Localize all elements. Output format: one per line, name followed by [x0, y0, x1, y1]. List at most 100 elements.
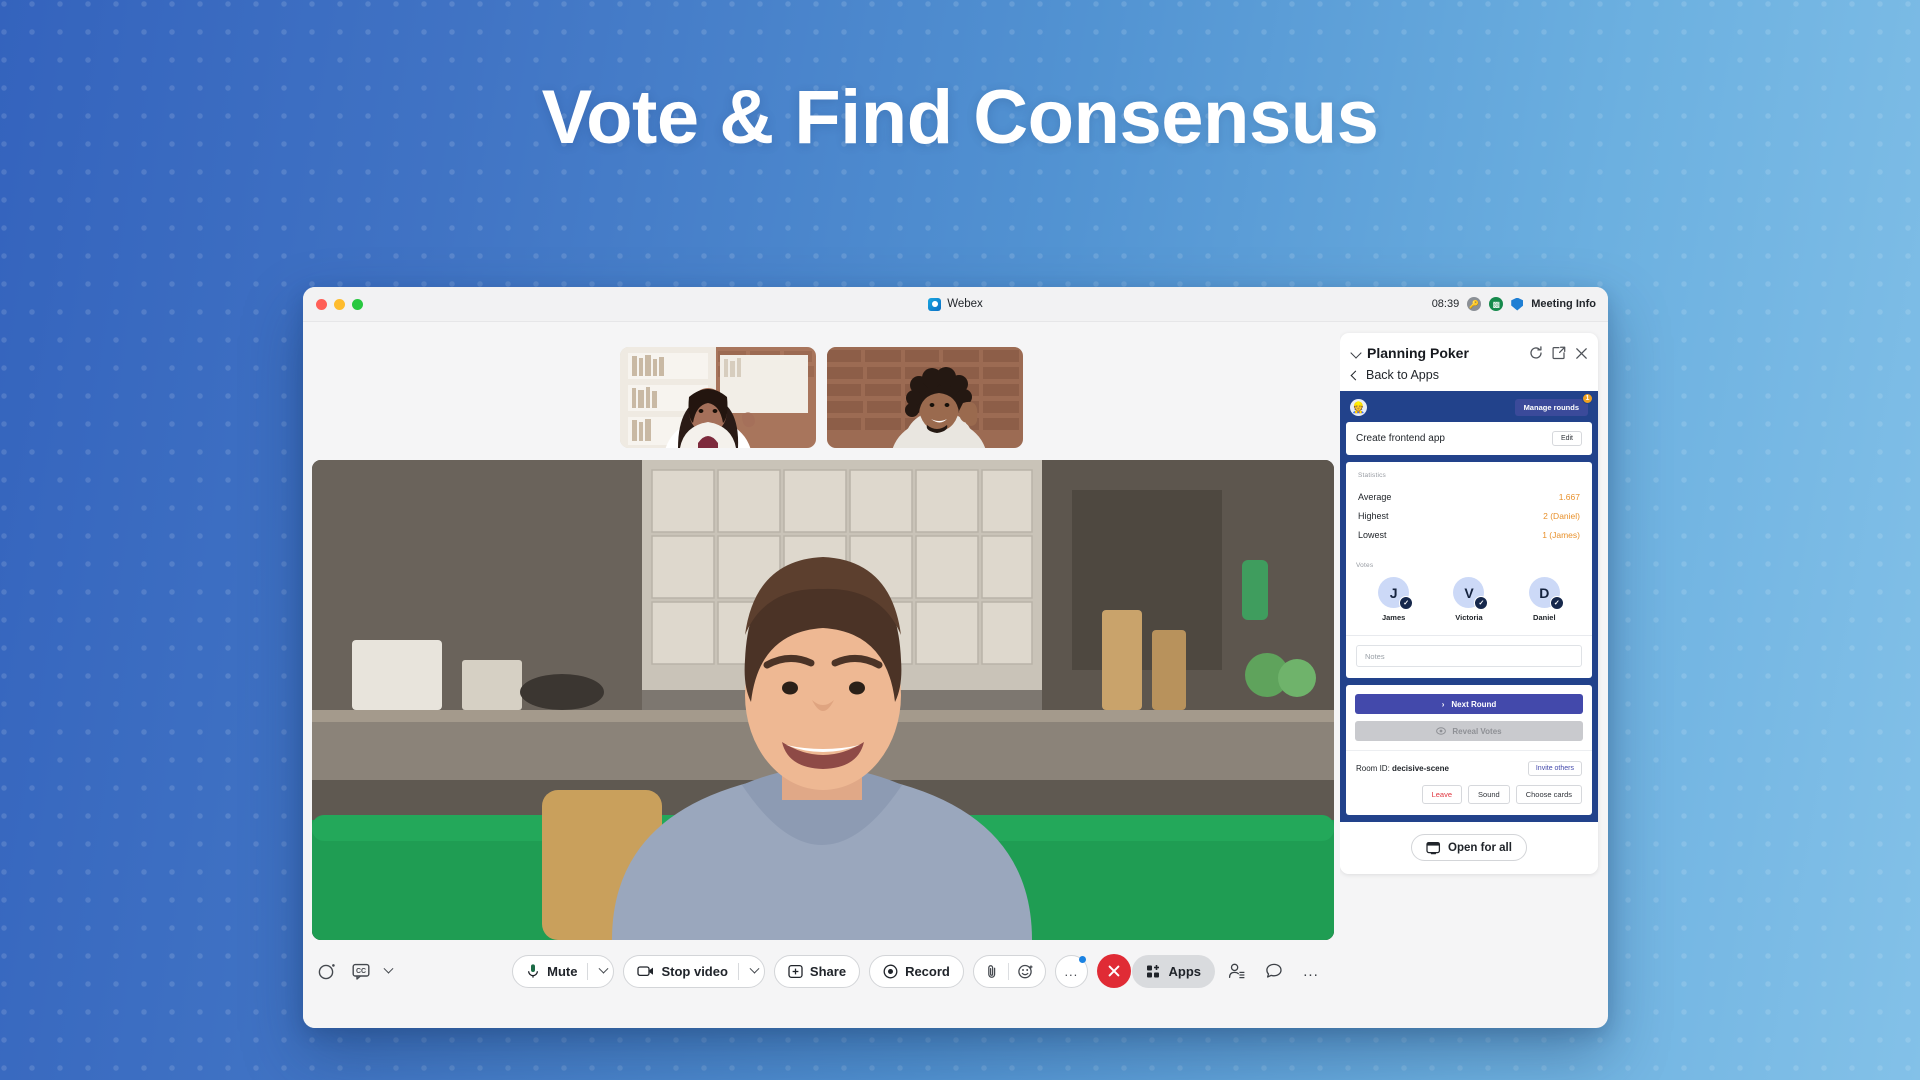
network-quality-icon[interactable]: ▩	[1489, 297, 1504, 311]
more-menu-label: ...	[1303, 962, 1319, 980]
encryption-icon[interactable]: 🔑	[1467, 297, 1482, 311]
statistic-value: 2 (Daniel)	[1543, 510, 1580, 521]
manage-rounds-button[interactable]: Manage rounds 1	[1514, 393, 1593, 416]
window-body: CC Mute Stop video Share Record ... Apps…	[303, 322, 1608, 1028]
reactions-icon[interactable]	[1018, 964, 1034, 979]
participants-button[interactable]	[1222, 956, 1252, 986]
apps-grid-icon	[1146, 964, 1161, 979]
manage-rounds-badge: 1	[1582, 393, 1593, 404]
voter-name: Victoria	[1455, 613, 1483, 622]
sound-button[interactable]: Sound	[1468, 785, 1510, 804]
open-for-all-label: Open for all	[1448, 841, 1512, 854]
maximize-window-button[interactable]	[352, 298, 363, 310]
task-name: Create frontend app	[1356, 433, 1445, 444]
statistic-row: Average 1.667	[1358, 487, 1580, 506]
window-traffic-lights[interactable]	[316, 298, 363, 310]
notes-input[interactable]: Notes	[1356, 645, 1582, 667]
participant-thumbnails	[303, 322, 1340, 448]
open-in-new-icon[interactable]	[1552, 346, 1566, 360]
room-id-label: Room ID: decisive-scene	[1356, 764, 1449, 773]
app-footer-buttons: Leave Sound Choose cards	[1346, 785, 1592, 815]
eye-icon	[1436, 727, 1447, 735]
meeting-clock: 08:39	[1431, 298, 1460, 310]
record-button[interactable]: Record	[869, 954, 964, 988]
attachment-reactions-group	[972, 954, 1046, 988]
voter-item[interactable]: V ✓ Victoria	[1453, 577, 1489, 622]
window-title: Webex	[303, 287, 1608, 321]
attachment-icon[interactable]	[985, 964, 999, 979]
room-id-value: decisive-scene	[1392, 764, 1449, 773]
participant-thumbnail[interactable]	[827, 347, 1023, 448]
participant-thumbnail[interactable]	[620, 347, 816, 448]
next-round-button[interactable]: › Next Round	[1355, 694, 1583, 714]
next-round-label: Next Round	[1451, 699, 1497, 709]
share-button[interactable]: Share	[773, 954, 861, 988]
open-for-all-area: Open for all	[1340, 822, 1598, 874]
avatar: 👷	[1350, 399, 1367, 416]
planning-poker-app: 👷 Manage rounds 1 Create frontend app Ed…	[1340, 391, 1598, 822]
active-speaker-video[interactable]	[311, 460, 1334, 940]
camera-icon	[637, 964, 654, 978]
apps-button[interactable]: Apps	[1131, 954, 1215, 988]
back-to-apps-label: Back to Apps	[1366, 368, 1439, 382]
chevron-down-icon[interactable]	[383, 963, 394, 974]
chat-button[interactable]	[1259, 956, 1289, 986]
invite-others-button[interactable]: Invite others	[1527, 761, 1582, 776]
mute-button[interactable]: Mute	[512, 954, 615, 988]
manage-rounds-label: Manage rounds	[1523, 403, 1579, 412]
voter-name: Daniel	[1533, 613, 1556, 622]
current-task-card: Create frontend app Edit	[1346, 422, 1592, 455]
webex-window: Webex 08:39 🔑 ▩ Meeting Info CC Mute Sto…	[303, 287, 1608, 1028]
voter-list: J ✓ James V ✓ Victoria D ✓ Daniel	[1356, 577, 1582, 622]
avatar: V ✓	[1453, 577, 1489, 610]
page-title: Vote & Find Consensus	[541, 75, 1379, 160]
voter-item[interactable]: D ✓ Daniel	[1528, 577, 1564, 622]
open-for-all-icon	[1426, 841, 1441, 855]
close-icon[interactable]	[1575, 347, 1588, 360]
close-window-button[interactable]	[316, 298, 327, 310]
share-label: Share	[809, 963, 847, 979]
more-options-button[interactable]: ...	[1054, 954, 1088, 988]
toolbar-right-cluster: Apps ...	[1131, 954, 1327, 988]
refresh-icon[interactable]	[1529, 346, 1543, 360]
choose-cards-button[interactable]: Choose cards	[1515, 785, 1582, 804]
leave-button[interactable]: Leave	[1421, 785, 1463, 804]
end-call-button[interactable]	[1096, 954, 1131, 988]
reaction-circle-icon[interactable]	[317, 961, 337, 981]
statistic-row: Lowest 1 (James)	[1358, 525, 1580, 544]
meeting-info-button[interactable]: Meeting Info	[1531, 298, 1596, 310]
divider	[587, 962, 589, 980]
panel-header: Planning Poker	[1340, 333, 1598, 368]
closed-captions-icon[interactable]: CC	[351, 961, 371, 981]
avatar-initial: D	[1539, 584, 1550, 601]
meeting-toolbar: CC Mute Stop video Share Record ... Apps…	[303, 940, 1340, 1002]
round-actions: › Next Round Reveal Votes	[1346, 685, 1592, 741]
open-for-all-button[interactable]: Open for all	[1411, 834, 1527, 861]
more-options-label: ...	[1064, 963, 1079, 979]
collapse-chevron-icon[interactable]	[1350, 347, 1362, 359]
window-titlebar: Webex 08:39 🔑 ▩ Meeting Info	[303, 287, 1608, 322]
webex-logo-icon	[928, 297, 942, 311]
app-toolbar: 👷 Manage rounds 1	[1344, 393, 1594, 422]
avatar: D ✓	[1528, 577, 1564, 610]
notes-section: Notes	[1346, 636, 1592, 678]
minimize-window-button[interactable]	[334, 298, 345, 310]
divider	[737, 962, 739, 980]
titlebar-right-cluster: 08:39 🔑 ▩ Meeting Info	[1432, 297, 1596, 311]
voter-item[interactable]: J ✓ James	[1378, 577, 1414, 622]
back-to-apps-button[interactable]: Back to Apps	[1340, 368, 1598, 391]
record-label: Record	[905, 963, 950, 979]
chevron-down-icon[interactable]	[599, 963, 609, 974]
edit-task-button[interactable]: Edit	[1551, 431, 1582, 446]
statistics-label: Statistics	[1358, 472, 1387, 479]
statistic-label: Average	[1358, 491, 1392, 502]
avatar-initial: V	[1464, 584, 1474, 601]
votes-label: Votes	[1356, 562, 1374, 569]
statistics-votes-card: Statistics Average 1.667 Highest 2 (Dani…	[1346, 462, 1592, 678]
chevron-down-icon[interactable]	[749, 963, 760, 974]
reveal-votes-button: Reveal Votes	[1355, 721, 1583, 741]
avatar-initial: J	[1389, 584, 1398, 601]
more-menu-button[interactable]: ...	[1296, 956, 1326, 986]
panel-title: Planning Poker	[1367, 345, 1469, 361]
stop-video-button[interactable]: Stop video	[623, 954, 765, 988]
